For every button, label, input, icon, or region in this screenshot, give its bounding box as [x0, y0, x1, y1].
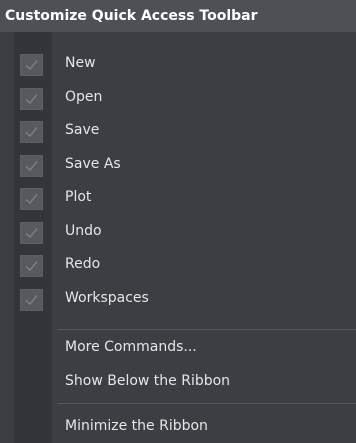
menu-item-save-as[interactable]: Save As: [0, 148, 356, 182]
menu-item-save[interactable]: Save: [0, 114, 356, 148]
menu-item-label: Save As: [65, 155, 121, 172]
show-below-ribbon-item[interactable]: Show Below the Ribbon: [0, 366, 356, 396]
check-icon: [20, 154, 43, 177]
menu-item-plot[interactable]: Plot: [0, 181, 356, 215]
menu-item-label: Undo: [65, 222, 102, 239]
check-icon: [20, 121, 43, 143]
check-icon: [20, 188, 43, 210]
check-icon: [20, 221, 43, 244]
menu-item-label: New: [65, 55, 96, 71]
checked-items-list: New Open Save Save As Plot Undo Redo Wor…: [0, 47, 356, 315]
menu-item-label: Open: [65, 88, 103, 105]
check-icon: [20, 54, 43, 76]
menu-item-new[interactable]: New: [0, 47, 356, 81]
menu-item-undo[interactable]: Undo: [0, 215, 356, 249]
minimize-ribbon-item[interactable]: Minimize the Ribbon: [0, 411, 356, 441]
menu-item-label: Plot: [65, 189, 92, 205]
more-commands-label: More Commands...: [65, 339, 197, 355]
menu-item-workspaces[interactable]: Workspaces: [0, 282, 356, 316]
menu-item-redo[interactable]: Redo: [0, 248, 356, 282]
quick-access-toolbar-menu: Customize Quick Access Toolbar New Open …: [0, 0, 356, 443]
more-commands-item[interactable]: More Commands...: [0, 332, 356, 362]
minimize-ribbon-label: Minimize the Ribbon: [65, 418, 208, 434]
menu-item-label: Workspaces: [65, 289, 149, 306]
menu-item-label: Save: [65, 122, 100, 138]
menu-separator: [58, 403, 356, 404]
menu-title: Customize Quick Access Toolbar: [0, 0, 356, 32]
check-icon: [20, 288, 43, 311]
menu-separator: [58, 329, 356, 330]
check-icon: [20, 87, 43, 110]
menu-item-label: Redo: [65, 256, 101, 272]
check-icon: [20, 255, 43, 277]
show-below-ribbon-label: Show Below the Ribbon: [65, 373, 231, 389]
menu-item-open[interactable]: Open: [0, 81, 356, 115]
